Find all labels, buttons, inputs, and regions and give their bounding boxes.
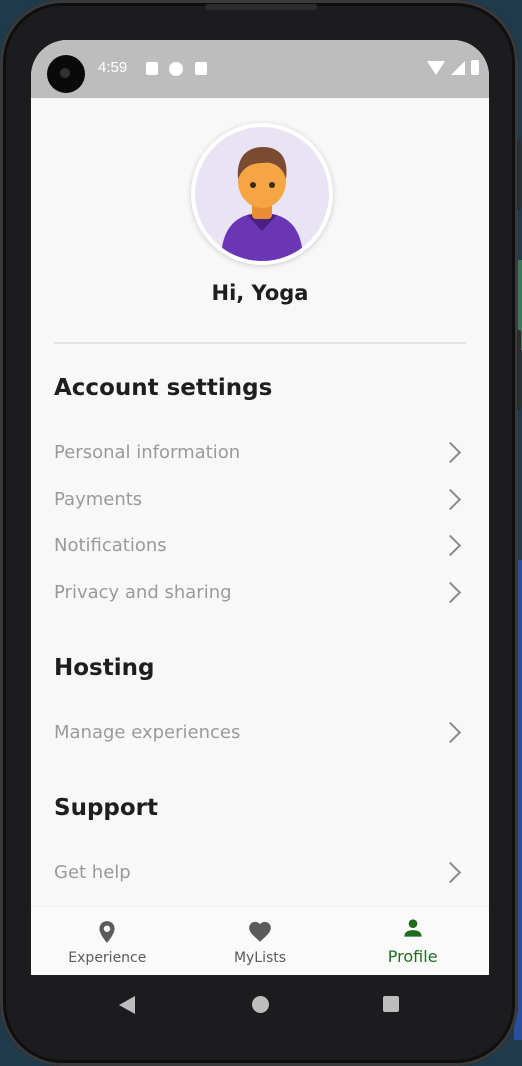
back-icon[interactable] <box>119 996 135 1014</box>
nav-item-mylists[interactable]: MyLists <box>184 907 337 975</box>
chevron-right-icon <box>439 721 462 743</box>
menu-item-privacy-and-sharing[interactable]: Privacy and sharing <box>54 572 466 612</box>
greeting-text: Hi, Yoga <box>211 281 309 305</box>
phone-frame: 4:59 Hi, Yoga Account settings Personal … <box>0 0 521 1066</box>
menu-item-notifications[interactable]: Notifications <box>54 525 466 565</box>
power-button <box>517 330 521 410</box>
speaker-grille <box>205 4 317 10</box>
divider <box>54 342 466 344</box>
nav-label: Profile <box>387 947 438 966</box>
section-title-hosting: Hosting <box>54 655 155 681</box>
chevron-right-icon <box>439 488 462 510</box>
front-camera <box>47 55 85 93</box>
chevron-right-icon <box>439 534 462 556</box>
nav-label: MyLists <box>233 950 287 966</box>
status-bar: 4:59 <box>31 40 489 98</box>
menu-item-label: Manage experiences <box>54 721 241 743</box>
menu-item-payments[interactable]: Payments <box>54 479 466 519</box>
menu-item-label: Get help <box>54 861 131 883</box>
notification-p-icon <box>169 62 183 76</box>
home-icon[interactable] <box>252 996 269 1013</box>
chevron-right-icon <box>439 441 462 463</box>
sd-card-icon <box>195 62 207 75</box>
signal-icon <box>451 60 465 75</box>
menu-item-get-help[interactable]: Get help <box>54 852 466 892</box>
chevron-right-icon <box>439 861 462 883</box>
section-title-support: Support <box>54 795 159 821</box>
profile-content: Hi, Yoga Account settings Personal infor… <box>31 98 489 908</box>
status-time: 4:59 <box>98 59 128 76</box>
recents-icon[interactable] <box>383 996 399 1012</box>
heart-icon <box>249 921 271 942</box>
wifi-icon <box>427 60 445 75</box>
battery-icon <box>471 60 479 75</box>
menu-item-label: Payments <box>54 488 143 510</box>
menu-item-manage-experiences[interactable]: Manage experiences <box>54 712 466 752</box>
nav-label: Experience <box>68 950 147 966</box>
menu-item-label: Personal information <box>54 441 241 463</box>
person-icon <box>404 919 422 937</box>
menu-item-label: Notifications <box>54 534 167 556</box>
menu-item-label: Privacy and sharing <box>54 581 232 603</box>
bottom-navigation: Experience MyLists Profile <box>31 906 489 975</box>
chevron-right-icon <box>439 581 462 603</box>
location-pin-icon <box>99 921 115 943</box>
section-title-account-settings: Account settings <box>54 375 273 401</box>
person-avatar-icon <box>221 147 303 261</box>
menu-item-personal-information[interactable]: Personal information <box>54 432 466 472</box>
system-navigation-bar <box>31 975 489 1035</box>
volume-button <box>517 140 521 210</box>
notification-a-icon <box>146 62 158 75</box>
app-screen: 4:59 Hi, Yoga Account settings Personal … <box>31 40 489 975</box>
nav-item-experience[interactable]: Experience <box>31 907 184 975</box>
avatar[interactable] <box>191 123 333 265</box>
nav-item-profile[interactable]: Profile <box>336 907 489 975</box>
